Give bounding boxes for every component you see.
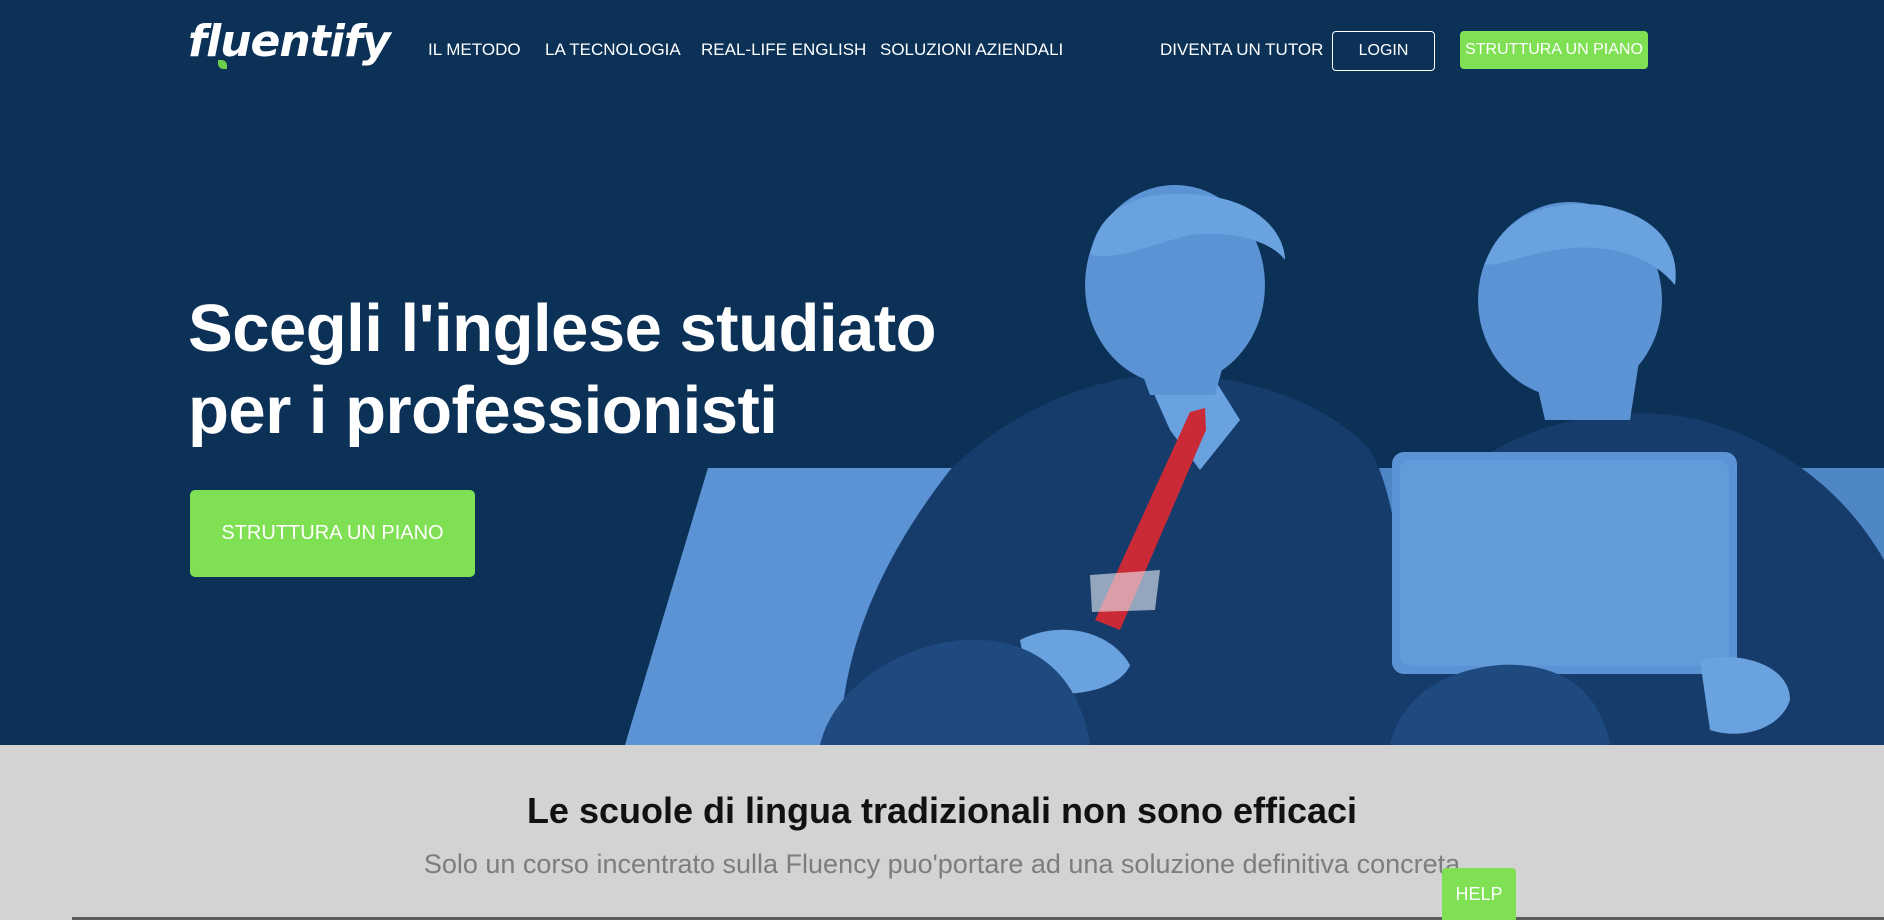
header-cta-button[interactable]: STRUTTURA UN PIANO [1460, 31, 1648, 69]
hero-title: Scegli l'inglese studiato per i professi… [188, 288, 948, 452]
site-header: fluentify IL METODO LA TECNOLOGIA REAL-L… [0, 0, 1884, 100]
hero-title-line1: Scegli l'inglese studiato [188, 291, 937, 366]
page: fluentify IL METODO LA TECNOLOGIA REAL-L… [0, 0, 1884, 920]
nav-item-la-tecnologia[interactable]: LA TECNOLOGIA [545, 40, 681, 60]
hero-title-line2: per i professionisti [188, 373, 778, 448]
login-button[interactable]: LOGIN [1332, 31, 1435, 71]
hero-section: fluentify IL METODO LA TECNOLOGIA REAL-L… [0, 0, 1884, 745]
intro-section: Le scuole di lingua tradizionali non son… [0, 745, 1884, 920]
section-subtitle: Solo un corso incentrato sulla Fluency p… [423, 849, 1461, 879]
nav-item-real-life-english[interactable]: REAL-LIFE ENGLISH [701, 40, 866, 60]
nav-item-diventa-un-tutor[interactable]: DIVENTA UN TUTOR [1160, 40, 1323, 60]
leaf-icon [218, 60, 227, 69]
fluentify-logo[interactable]: fluentify [188, 10, 391, 74]
section-title: Le scuole di lingua tradizionali non son… [526, 790, 1358, 831]
nav-item-soluzioni-aziendali[interactable]: SOLUZIONI AZIENDALI [880, 40, 1063, 60]
logo-wordmark: fluentify [188, 16, 391, 67]
nav-item-il-metodo[interactable]: IL METODO [428, 40, 521, 60]
help-button[interactable]: HELP [1442, 868, 1516, 920]
hero-cta-button[interactable]: STRUTTURA UN PIANO [190, 490, 475, 577]
